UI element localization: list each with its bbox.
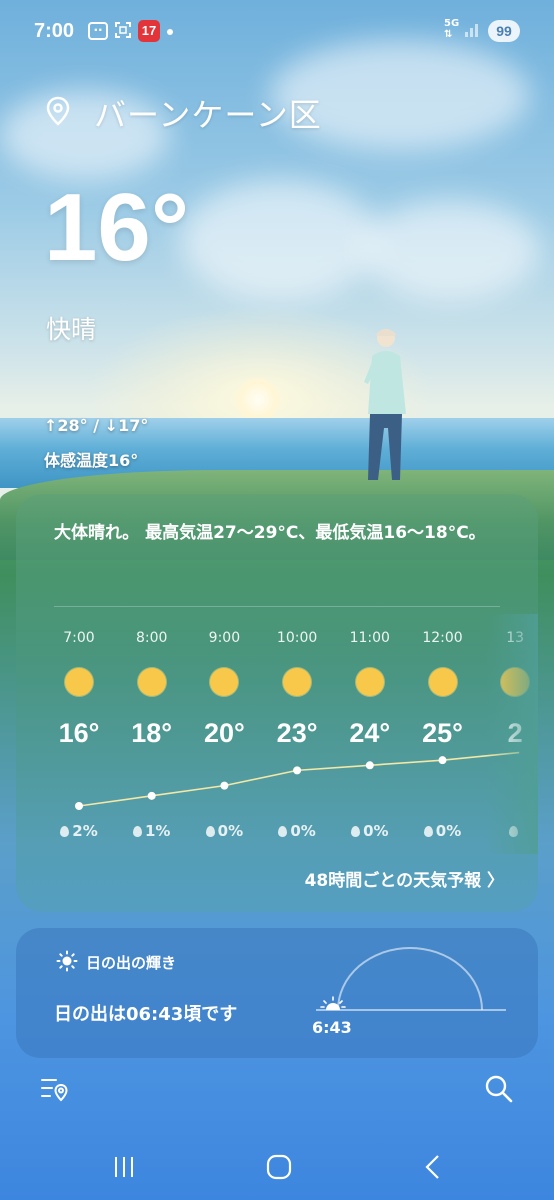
sunrise-card[interactable]: 日の出の輝き 日の出は06:43頃です 6:43	[16, 928, 538, 1058]
temperature-point	[75, 802, 83, 810]
status-bar: 7:00 ·· 17 5G ⇅ 99	[0, 0, 554, 64]
hourly-item: 12:00 25°	[403, 630, 483, 749]
current-temperature: 16°	[44, 174, 190, 281]
back-icon[interactable]	[422, 1153, 444, 1181]
rain-chance: 0%	[403, 822, 483, 840]
hour-label: 7:00	[63, 630, 95, 646]
hour-label: 11:00	[349, 630, 390, 646]
recent-apps-icon[interactable]	[112, 1153, 136, 1181]
sun-arc-graphic	[316, 947, 506, 1011]
high-low-temperature: ↑28° / ↓17°	[44, 416, 149, 435]
sunrise-title: 日の出の輝き	[86, 954, 177, 972]
weather-condition: 快晴	[46, 315, 97, 344]
hour-temperature: 18°	[131, 718, 173, 748]
hour-temperature: 23°	[276, 718, 318, 748]
raindrop-icon	[351, 826, 361, 837]
rain-chance: 0%	[184, 822, 264, 840]
sun-icon	[355, 668, 384, 696]
battery-indicator: 99	[488, 20, 520, 42]
location-pin-icon	[46, 96, 70, 126]
search-icon[interactable]	[484, 1074, 514, 1104]
rain-chance: 0%	[330, 822, 410, 840]
rain-chance: 1%	[112, 822, 192, 840]
cloud	[360, 200, 540, 300]
signal-icon	[465, 24, 478, 37]
sun-icon	[428, 668, 457, 696]
person-illustration	[364, 329, 406, 480]
app-badge-icon: 17	[138, 20, 160, 42]
hourly-item: 7:00 16°	[39, 630, 119, 749]
hour-temperature: 16°	[58, 718, 100, 748]
screenshot-icon	[115, 22, 131, 38]
hourly-item: 8:00 18°	[112, 630, 192, 749]
sun-icon	[210, 668, 239, 696]
location-list-icon[interactable]	[40, 1074, 70, 1104]
sun-icon	[137, 668, 166, 696]
hourly-item: 10:00 23°	[257, 630, 337, 749]
rain-chance-value: 0%	[290, 822, 316, 840]
hour-label: 10:00	[276, 630, 318, 646]
temperature-point	[438, 756, 447, 765]
sunrise-text: 日の出は06:43頃です	[54, 1004, 238, 1025]
sun-icon	[56, 950, 78, 972]
rain-chance: 2%	[39, 822, 119, 840]
rain-chance-value: 0%	[217, 822, 244, 840]
rain-chance: 0%	[257, 822, 337, 840]
hour-temperature: 24°	[349, 718, 391, 748]
sun-glow	[236, 378, 280, 422]
hourly-item: 11:00 24°	[330, 630, 410, 749]
raindrop-icon	[205, 826, 215, 837]
cloud	[180, 180, 380, 300]
hourly-forecast-card[interactable]: 大体晴れ。 最高気温27～29°C、最低気温16～18°C。 7:00 16° 2%…	[16, 494, 538, 912]
temperature-point	[147, 791, 156, 800]
temperature-point	[293, 766, 302, 775]
sun-icon	[65, 668, 93, 696]
sun-icon	[283, 668, 312, 696]
raindrop-icon	[423, 826, 433, 837]
location-name[interactable]: バーンケーン区	[94, 90, 322, 136]
hourly-item: 9:00 20°	[184, 630, 264, 749]
hour-label: 8:00	[135, 630, 168, 646]
hour-label: 9:00	[208, 630, 241, 646]
temperature-point	[365, 761, 374, 770]
hourly-forecast-list[interactable]: 7:00 16° 2% 8:00 18° 1% 9:00 20° 0% 10:00 23° 0% 11:…	[16, 494, 538, 854]
raindrop-icon	[60, 826, 70, 837]
rain-chance-value: 2%	[72, 822, 98, 840]
sunrise-sun-marker	[320, 996, 346, 1010]
hour-temperature: 25°	[422, 718, 463, 748]
status-time: 7:00	[34, 20, 75, 42]
feels-like-temperature: 体感温度16°	[44, 451, 139, 470]
home-icon[interactable]	[265, 1153, 293, 1181]
48-hour-forecast-link[interactable]: 48時間ごとの天気予報 〉	[305, 866, 504, 891]
rain-chance-value: 0%	[363, 822, 389, 840]
network-type: 5G ⇅	[444, 18, 460, 40]
hour-temperature: 20°	[203, 718, 245, 748]
rain-chance-value: 1%	[144, 822, 171, 840]
rain-chance-value: 0%	[435, 822, 462, 840]
sunrise-time: 6:43	[312, 1018, 352, 1037]
raindrop-icon	[278, 826, 288, 837]
more-notifications-dot	[167, 29, 173, 35]
scroll-fade	[486, 614, 538, 854]
hour-label: 12:00	[422, 630, 463, 646]
temperature-point	[220, 781, 229, 790]
notification-icon: ··	[88, 22, 108, 40]
temperature-trend-line	[78, 751, 520, 807]
raindrop-icon	[132, 826, 142, 837]
